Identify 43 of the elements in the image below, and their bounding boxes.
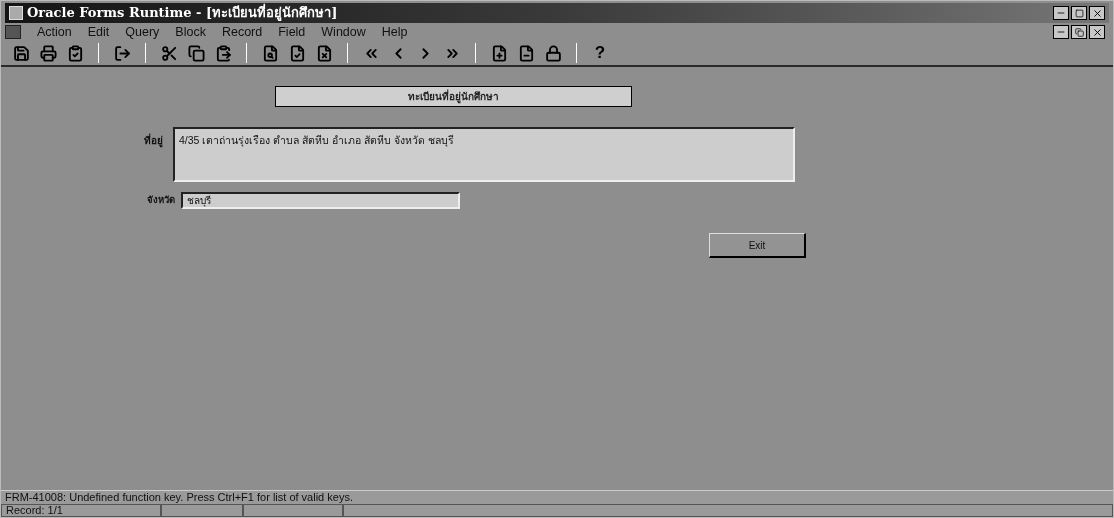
insert-record-icon	[490, 44, 508, 62]
menu-item[interactable]: Help	[373, 22, 416, 42]
field-label: จังหวัด	[146, 193, 176, 208]
close-icon	[1091, 26, 1103, 38]
help-button[interactable]: ?	[588, 41, 612, 65]
restore-icon	[1074, 27, 1084, 37]
exit-icon	[113, 44, 131, 62]
minimize-button[interactable]	[1053, 6, 1069, 20]
save-icon	[12, 44, 30, 62]
maximize-icon	[1074, 8, 1084, 18]
menu-item[interactable]: Block	[167, 22, 214, 42]
minimize-button[interactable]	[1053, 25, 1069, 39]
field-label: ที่อยู่	[143, 132, 164, 150]
menu-item[interactable]: Window	[313, 22, 374, 42]
form-heading: ทะเบียนที่อยู่นักศึกษา	[275, 86, 632, 107]
window-title: Oracle Forms Runtime - [ทะเบียนที่อยู่นักศึกษา]	[27, 3, 338, 23]
lock-icon	[544, 44, 562, 62]
exit-button[interactable]: Exit	[709, 233, 806, 258]
address-field[interactable]: 4/35 เตาถ่านรุ่งเรือง ตำบล สัตหีบ อำเภอ สัตหีบ จังหวัด ชลบุรี	[173, 127, 795, 182]
status-message: FRM-41008: Undefined function key. Press Ctrl+F1 for list of valid keys.	[4, 491, 354, 504]
app-icon	[9, 6, 23, 20]
menu-item[interactable]: Record	[213, 22, 271, 42]
menu-item[interactable]: Query	[117, 22, 168, 42]
close-button[interactable]	[1089, 25, 1105, 39]
execute-query-icon	[288, 44, 306, 62]
delete-record-icon	[517, 44, 535, 62]
province-field[interactable]: ชลบุรี	[181, 192, 460, 209]
maximize-button[interactable]	[1071, 6, 1087, 20]
record-indicator: Record: 1/1	[1, 504, 161, 517]
document-icon	[5, 25, 21, 39]
cancel-query-icon	[315, 44, 333, 62]
query-icon	[261, 44, 279, 62]
cut-icon	[160, 44, 178, 62]
menu-item[interactable]: Action	[29, 22, 80, 42]
menu-item[interactable]: Edit	[79, 22, 118, 42]
close-icon	[1091, 7, 1103, 19]
copy-icon	[187, 44, 205, 62]
printer-icon	[39, 44, 57, 62]
paste-icon	[214, 44, 232, 62]
close-button[interactable]	[1089, 6, 1105, 20]
menu-item[interactable]: Field	[270, 22, 314, 42]
clipboard-icon	[66, 44, 84, 62]
restore-button[interactable]	[1071, 25, 1087, 39]
